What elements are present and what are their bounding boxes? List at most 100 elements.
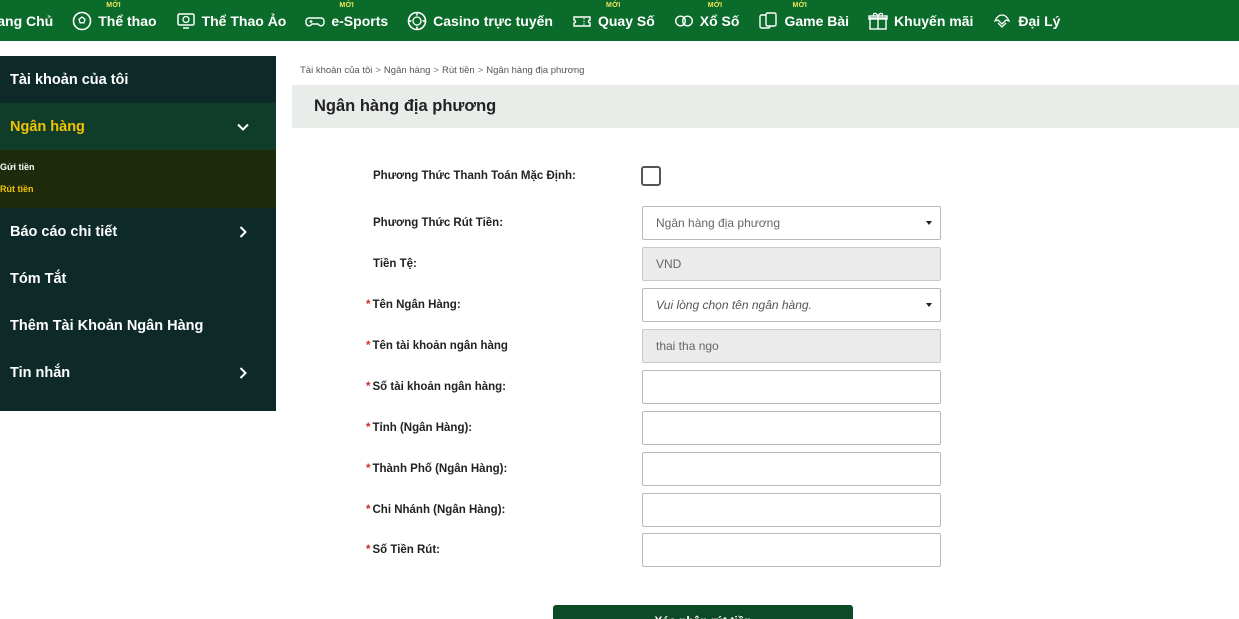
account-number-label: * Số tài khoản ngân hàng: [366, 381, 506, 393]
sidebar-item-label: Tài khoản của tôi [10, 71, 129, 88]
new-badge: MỚI [707, 2, 723, 9]
caret-down-icon [926, 303, 932, 307]
nav-item-esports[interactable]: MỚI e-Sports [295, 0, 397, 41]
required-mark: * [366, 463, 371, 475]
breadcrumb-separator: > [375, 65, 381, 76]
page-title: Ngân hàng địa phương [292, 85, 1239, 128]
soccer-ball-icon [71, 10, 93, 32]
form-row-default-method: Phương Thức Thanh Toán Mặc Định: [292, 159, 1239, 193]
withdraw-method-select[interactable]: Ngân hàng địa phương [642, 206, 941, 240]
amount-label: * Số Tiền Rút: [366, 544, 440, 556]
sidebar-item-label: Tin nhắn [10, 364, 71, 381]
new-badge: MỚI [106, 2, 121, 9]
form-row-currency: Tiền Tệ: VND [292, 247, 1239, 281]
city-input[interactable] [642, 452, 941, 486]
form-row-city: * Thành Phố (Ngân Hàng): [292, 452, 1239, 486]
default-method-checkbox[interactable] [641, 166, 661, 186]
withdraw-method-label: Phương Thức Rút Tiền: [373, 217, 504, 229]
nav-item-home[interactable]: Trang Chủ [0, 0, 62, 41]
top-navigation-bar: Trang Chủ MỚI Thể thao Thể Thao Ảo MỚI e… [0, 0, 1239, 41]
form-row-withdraw-method: Phương Thức Rút Tiền: Ngân hàng địa phươ… [292, 206, 1239, 240]
nav-item-sports[interactable]: MỚI Thể thao [62, 0, 165, 41]
form-row-province: * Tỉnh (Ngân Hàng): [292, 411, 1239, 445]
sidebar-subitem-deposit[interactable]: Gửi tiền [0, 158, 276, 176]
nav-label-lottery: Xổ Số [699, 12, 740, 29]
sidebar-item-label: Tóm Tắt [10, 270, 67, 287]
branch-input[interactable] [642, 493, 941, 527]
account-name-label-text: Tên tài khoản ngân hàng [372, 340, 508, 352]
nav-item-promotions[interactable]: Khuyến mãi [858, 0, 982, 41]
province-input[interactable] [642, 411, 941, 445]
currency-field: VND [642, 247, 941, 281]
nav-item-virtual-sports[interactable]: Thể Thao Ảo [166, 0, 296, 41]
account-sidebar: Tài khoản của tôi Ngân hàng Gửi tiền Rút… [0, 56, 276, 411]
sidebar-item-label: Báo cáo chi tiết [10, 223, 118, 240]
breadcrumb: Tài khoản của tôi > Ngân hàng > Rút tiền… [292, 56, 1239, 85]
chevron-down-icon [236, 120, 250, 134]
breadcrumb-current: Ngân hàng địa phương [486, 65, 585, 76]
nav-item-number-game[interactable]: MỚI Quay Số [562, 0, 664, 41]
sidebar-subitem-withdraw[interactable]: Rút tiền [0, 180, 276, 198]
breadcrumb-bank[interactable]: Ngân hàng [384, 65, 430, 76]
nav-label-home: Trang Chủ [0, 12, 54, 29]
bank-name-label: * Tên Ngân Hàng: [366, 299, 461, 311]
nav-label-esports: e-Sports [331, 12, 389, 29]
required-mark: * [366, 422, 371, 434]
bank-name-select[interactable]: Vui lòng chọn tên ngân hàng. [642, 288, 941, 322]
casino-chip-icon [406, 10, 428, 32]
sidebar-item-label: Thêm Tài Khoản Ngân Hàng [10, 317, 204, 334]
chevron-right-icon [236, 225, 250, 239]
withdraw-method-value: Ngân hàng địa phương [656, 216, 780, 230]
amount-input[interactable] [642, 533, 941, 567]
required-mark: * [366, 381, 371, 393]
sidebar-item-add-bank-account[interactable]: Thêm Tài Khoản Ngân Hàng [0, 302, 276, 349]
nav-label-card-games: Game Bài [784, 12, 850, 29]
new-badge: MỚI [339, 2, 355, 9]
nav-item-agent[interactable]: Đại Lý [982, 0, 1069, 41]
nav-label-virtual-sports: Thể Thao Ảo [201, 12, 287, 29]
branch-label: * Chi Nhánh (Ngân Hàng): [366, 504, 505, 516]
cards-icon [757, 10, 779, 32]
form-row-account-name: * Tên tài khoản ngân hàng thai tha ngo [292, 329, 1239, 363]
bank-submenu: Gửi tiền Rút tiền [0, 150, 276, 208]
required-mark: * [366, 340, 371, 352]
confirm-withdraw-button[interactable]: Xác nhận rút tiền [553, 605, 853, 619]
form-row-bank-name: * Tên Ngân Hàng: Vui lòng chọn tên ngân h… [292, 288, 1239, 322]
gift-icon [867, 10, 889, 32]
nav-label-promotions: Khuyến mãi [894, 12, 974, 29]
required-mark: * [366, 504, 371, 516]
sidebar-item-messages[interactable]: Tin nhắn [0, 349, 276, 396]
gamepad-icon [304, 10, 326, 32]
main-content: Tài khoản của tôi > Ngân hàng > Rút tiền… [292, 56, 1239, 608]
bank-name-label-text: Tên Ngân Hàng: [372, 299, 461, 311]
sidebar-item-summary[interactable]: Tóm Tắt [0, 255, 276, 302]
account-number-input[interactable] [642, 370, 941, 404]
account-name-label: * Tên tài khoản ngân hàng [366, 340, 508, 352]
nav-item-lottery[interactable]: MỚI Xổ Số [664, 0, 749, 41]
caret-down-icon [926, 221, 932, 225]
sidebar-item-bank[interactable]: Ngân hàng [0, 103, 276, 150]
branch-label-text: Chi Nhánh (Ngân Hàng): [372, 504, 506, 516]
form-row-amount: * Số Tiền Rút: [292, 533, 1239, 567]
form-row-account-number: * Số tài khoản ngân hàng: [292, 370, 1239, 404]
chevron-right-icon [236, 366, 250, 380]
breadcrumb-separator: > [433, 65, 439, 76]
province-label: * Tỉnh (Ngân Hàng): [366, 422, 472, 434]
nav-label-number-game: Quay Số [597, 12, 655, 29]
breadcrumb-withdraw[interactable]: Rút tiền [442, 65, 475, 76]
account-number-label-text: Số tài khoản ngân hàng: [372, 381, 507, 393]
city-label: * Thành Phố (Ngân Hàng): [366, 463, 507, 475]
default-method-label: Phương Thức Thanh Toán Mặc Định: [373, 170, 576, 182]
ticket-icon [571, 10, 593, 32]
nav-item-casino[interactable]: Casino trực tuyến [397, 0, 562, 41]
nav-label-agent: Đại Lý [1018, 12, 1061, 29]
sidebar-item-detail-report[interactable]: Báo cáo chi tiết [0, 208, 276, 255]
currency-value: VND [656, 257, 682, 271]
nav-item-card-games[interactable]: MỚI Game Bài [748, 0, 858, 41]
sidebar-item-my-account[interactable]: Tài khoản của tôi [0, 56, 276, 103]
nav-label-casino: Casino trực tuyến [433, 12, 553, 29]
bank-name-placeholder: Vui lòng chọn tên ngân hàng. [656, 298, 812, 312]
breadcrumb-my-account[interactable]: Tài khoản của tôi [300, 65, 372, 76]
virtual-sports-icon [175, 10, 197, 32]
required-mark: * [366, 544, 371, 556]
